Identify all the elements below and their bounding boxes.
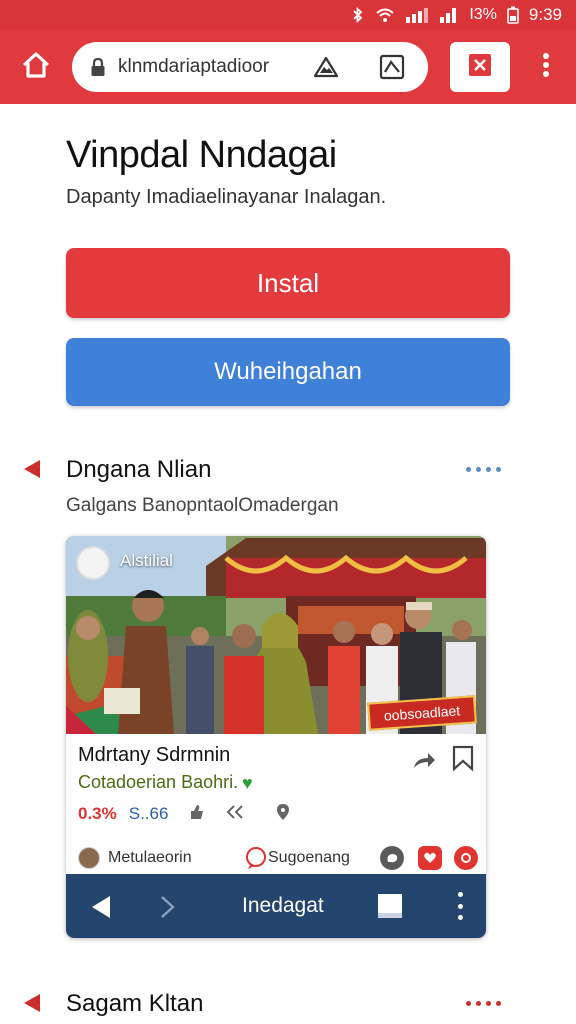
avatar[interactable] — [78, 847, 100, 869]
section-marker-icon — [24, 994, 40, 1012]
comment-icon[interactable] — [380, 846, 404, 870]
tabs-icon[interactable] — [378, 894, 402, 918]
section-more-icon[interactable] — [466, 464, 510, 474]
status-bar: I3% 9:39 — [0, 0, 576, 30]
chat-icon[interactable] — [244, 846, 268, 870]
signal-strength-icon — [439, 7, 459, 23]
author-name[interactable]: Metulaeorin — [108, 849, 192, 867]
secondary-button[interactable]: Wuheihgahan — [66, 338, 510, 406]
nav-label: Inedagat — [242, 894, 324, 917]
card-image[interactable]: Alstilial oobsoadlaet — [66, 536, 486, 734]
page-title: Vinpdal Nndagai — [66, 134, 337, 176]
like-icon[interactable] — [418, 846, 442, 870]
browser-toolbar: klnmdariaptadioor — [0, 30, 576, 104]
more-vertical-icon — [542, 52, 550, 83]
lock-icon — [88, 57, 108, 77]
wifi-icon — [375, 7, 395, 23]
battery-text: I3% — [469, 6, 497, 23]
arrows-icon[interactable] — [226, 804, 244, 825]
section-title: Dngana Nlian — [66, 456, 212, 483]
bluetooth-icon — [351, 7, 365, 23]
close-tab-button[interactable] — [450, 42, 510, 92]
suggest-label[interactable]: Sugoenang — [268, 849, 350, 867]
home-icon — [21, 51, 51, 84]
record-icon[interactable] — [454, 846, 478, 870]
back-arrow-icon[interactable] — [88, 894, 114, 920]
news-card[interactable]: Alstilial oobsoadlaet Mdrtany Sdrmnin Co… — [66, 536, 486, 938]
section-title: Sagam Kltan — [66, 990, 204, 1017]
stats-row: 0.3% S..66 — [78, 803, 290, 826]
address-bar[interactable]: klnmdariaptadioor — [72, 42, 428, 92]
card-title[interactable]: Mdrtany Sdrmnin — [78, 744, 230, 767]
forward-arrow-icon[interactable] — [158, 894, 178, 920]
image-icon[interactable] — [378, 53, 406, 81]
install-button[interactable]: Instal — [66, 248, 510, 318]
section-marker-icon — [24, 460, 40, 478]
section-more-icon[interactable] — [466, 998, 510, 1008]
card-navigation-bar: Inedagat — [66, 874, 486, 938]
home-button[interactable] — [18, 50, 54, 84]
source-logo-icon — [76, 546, 110, 580]
battery-icon — [507, 6, 519, 24]
share-icon[interactable] — [410, 746, 438, 774]
author-row: Metulaeorin Sugoenang — [78, 846, 478, 872]
bookmark-icon[interactable] — [450, 744, 476, 772]
image-caption: Alstilial — [120, 551, 173, 570]
nav-more-icon[interactable] — [450, 892, 470, 920]
thumbs-icon[interactable] — [188, 803, 206, 826]
clock: 9:39 — [528, 5, 562, 24]
more-menu-button[interactable] — [532, 50, 560, 84]
page-subtitle: Dapanty Imadiaelinayanar Inalagan. — [66, 186, 387, 208]
stat-percent: 0.3% — [78, 804, 117, 823]
section-subtitle: Galgans BanopntaolOmadergan — [66, 495, 339, 516]
stat-value: S..66 — [128, 804, 169, 823]
location-icon[interactable] — [276, 803, 290, 826]
signal-icon — [405, 7, 429, 23]
close-tab-icon — [467, 52, 493, 83]
heart-icon: ♥ — [242, 773, 253, 793]
card-description: Cotadoerian Baohri. — [78, 772, 239, 792]
url-text: klnmdariaptadioor — [118, 56, 270, 77]
warning-triangle-icon[interactable] — [312, 53, 340, 81]
